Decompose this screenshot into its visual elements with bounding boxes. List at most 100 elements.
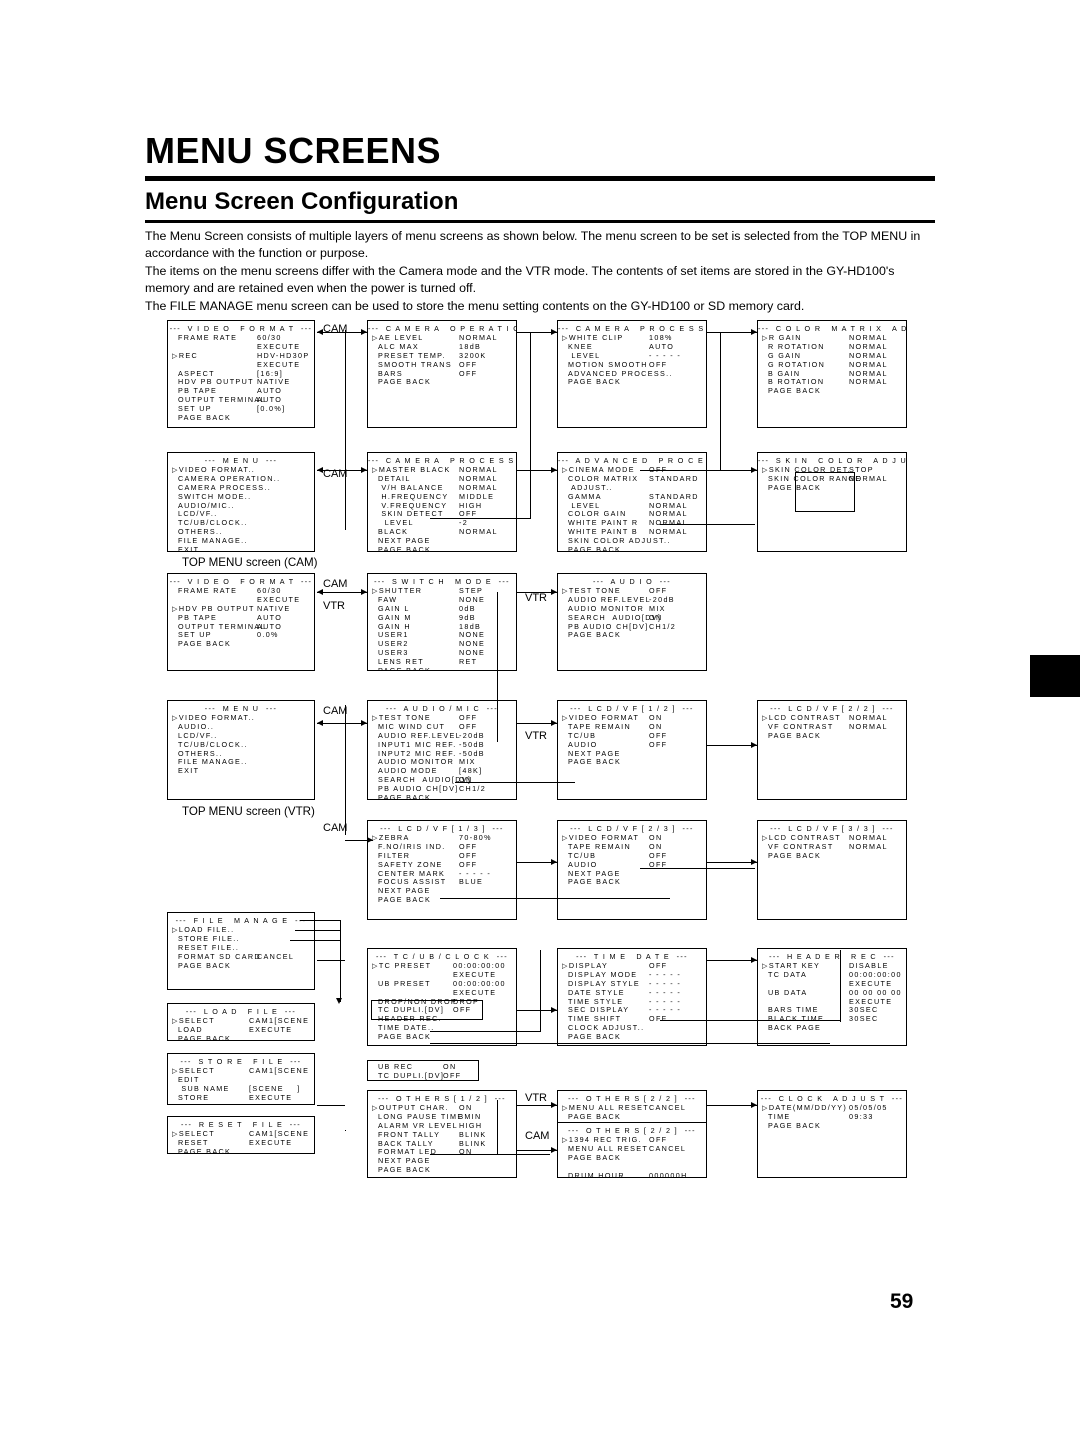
menu-item[interactable]: PAGE BACK xyxy=(371,378,516,387)
menu-screen-audio-vtr: --- A U D I O --- ▷TEST TONE OFF AUDIO REF.… xyxy=(557,573,707,671)
connector-arrow xyxy=(317,719,323,726)
menu-item-label: DRUM HOUR xyxy=(568,1170,625,1178)
menu-screen-audio-mic: --- A U D I O / M I C --- ▷TEST TONE OFF MI… xyxy=(367,700,517,800)
menu-item-value: OFF xyxy=(649,739,668,749)
manual-page: MENU SCREENS Menu Screen Configuration T… xyxy=(0,0,1080,1454)
menu-item-label: TC DATA xyxy=(768,969,808,979)
connector-arrow xyxy=(317,588,323,595)
edge-tab-marker xyxy=(1030,655,1080,697)
menu-screen-title: --- A U D I O / M I C --- xyxy=(386,704,498,713)
menu-item-label: TC DUPLI.[DV] xyxy=(378,1070,445,1080)
menu-item[interactable]: PAGE BACK xyxy=(561,1153,706,1163)
intro-text: The Menu Screen consists of multiple lay… xyxy=(145,228,940,315)
menu-screen-others-2-2-cam: --- O T H E R S [ 2 / 2 ] --- ▷1394 REC T… xyxy=(557,1122,707,1178)
menu-screen-title: --- O T H E R S [ 1 / 2 ] --- xyxy=(378,1094,506,1103)
connector-lcdvf-next xyxy=(455,782,575,784)
menu-item[interactable]: PAGE BACK xyxy=(171,961,314,971)
menu-item-list: ▷TEST TONE OFF MIC WIND CUT OFF AUDIO REF.LE… xyxy=(368,713,516,799)
connector-spine-cam-2 xyxy=(345,705,347,835)
menu-item[interactable]: PAGE BACK xyxy=(371,666,516,670)
menu-screen-title: --- C L O C K A D J U S T --- xyxy=(760,1094,904,1103)
menu-item-label: PAGE BACK xyxy=(568,545,622,552)
menu-item[interactable]: PAGE BACK xyxy=(561,1032,706,1042)
menu-item[interactable]: PAGE BACK xyxy=(561,758,706,767)
menu-item[interactable]: PAGE BACK xyxy=(371,793,516,799)
menu-item-label: PAGE BACK xyxy=(178,639,232,649)
menu-item-value: 0.0% xyxy=(257,630,279,640)
menu-item-label: FRAME RATE xyxy=(178,586,238,595)
menu-screen-title: --- C A M E R A P R O C E S S [ 1 / 2 ] … xyxy=(368,456,515,465)
drop-nondrop-group-box xyxy=(371,1000,483,1020)
menu-item[interactable]: PAGE BACK xyxy=(171,639,314,649)
menu-item[interactable]: EXIT xyxy=(171,545,314,551)
menu-item[interactable]: PAGE BACK xyxy=(561,631,706,640)
menu-screen-others-1-2: --- O T H E R S [ 1 / 2 ] --- ▷OUTPUT CHA… xyxy=(367,1090,517,1178)
menu-screen-title: --- L C D / V F [ 1 / 2 ] --- xyxy=(570,704,694,713)
menu-item[interactable]: PAGE BACK xyxy=(761,731,906,741)
menu-item[interactable]: PAGE BACK xyxy=(371,545,516,551)
menu-item[interactable]: PAGE BACK xyxy=(761,386,906,396)
mode-tag-vtr-7: VTR xyxy=(524,592,548,604)
menu-item-value: 000000H xyxy=(649,1170,688,1178)
menu-item-list: ▷SELECTCAM1[SCENE ]LOADEXECUTEPAGE BACK xyxy=(168,1016,314,1040)
menu-screen-menu-vtr: --- M E N U --- ▷VIDEO FORMAT.. AUDIO.. LCD… xyxy=(167,700,315,800)
menu-item[interactable]: PAGE BACK xyxy=(371,1032,516,1042)
menu-screen-clock-adjust: --- C L O C K A D J U S T --- ▷DATE(MM/DD… xyxy=(757,1090,907,1178)
menu-item[interactable]: PAGE BACK xyxy=(561,878,706,887)
menu-item[interactable]: PAGE BACK xyxy=(561,545,706,552)
connector-next-page xyxy=(430,518,530,520)
menu-item-value: OFF xyxy=(443,1070,462,1080)
menu-item[interactable]: PAGE BACK xyxy=(761,1121,906,1131)
menu-item[interactable]: PAGE BACK xyxy=(561,1112,706,1122)
menu-screen-title: --- O T H E R S [ 2 / 2 ] --- xyxy=(568,1126,696,1135)
menu-screen-title: --- M E N U --- xyxy=(204,704,278,713)
connector-vtr-spine xyxy=(497,592,499,742)
menu-screen-time-date: --- T I M E D A T E --- ▷DISPLAY OFF DISPLA… xyxy=(557,948,707,1046)
menu-screen-lcd-vf-2-3: --- L C D / V F [ 2 / 3 ] --- ▷VIDEO FORM… xyxy=(557,820,707,920)
menu-screen-title: --- V I D E O F O R M A T --- xyxy=(169,324,313,333)
skin-color-preview-box xyxy=(795,472,855,512)
connector-arrow xyxy=(361,466,367,473)
menu-item[interactable]: PAGE BACK xyxy=(761,851,906,861)
menu-item[interactable]: PAGE BACK xyxy=(171,413,314,423)
menu-item-list: ▷WHITE CLIP 108% KNEE AUTO LEVEL - - - - - MO… xyxy=(558,333,706,387)
menu-screen-header-rec: --- H E A D E R R E C --- ▷START KEY DISAB… xyxy=(757,948,907,1046)
menu-screen-camera-operation: --- C A M E R A O P E R A T I O N ---▷AE… xyxy=(367,320,517,428)
connector-arrow xyxy=(551,588,557,595)
menu-item[interactable]: PAGE BACK xyxy=(561,378,706,387)
caption-top-menu-vtr: TOP MENU screen (VTR) xyxy=(182,805,315,818)
connector-headerrec xyxy=(430,1031,540,1033)
menu-item[interactable]: PAGE BACK xyxy=(171,1102,314,1104)
menu-screen-lcd-vf-2-2: --- L C D / V F [ 2 / 2 ] --- ▷LCD CONTRA… xyxy=(757,700,907,800)
menu-item[interactable]: PAGE BACK xyxy=(171,1146,314,1154)
connector-line xyxy=(707,745,757,747)
menu-item-value: OFF xyxy=(459,368,478,378)
connector-clock xyxy=(660,1020,840,1022)
menu-item[interactable]: PAGE BACK xyxy=(171,1034,314,1040)
caption-top-menu-cam: TOP MENU screen (CAM) xyxy=(182,556,318,569)
menu-item-value: EXECUTE xyxy=(249,1137,293,1147)
menu-item-label: EXIT xyxy=(178,766,200,776)
menu-screen-store-file: --- S T O R E F I L E --- ▷SELECT CAM1[SCE… xyxy=(167,1053,315,1105)
connector-file-reset xyxy=(290,940,340,942)
menu-item-label: PAGE BACK xyxy=(568,877,622,887)
menu-item-label: PAGE BACK xyxy=(178,1146,232,1154)
connector-line xyxy=(707,1105,757,1107)
menu-item-value: ON xyxy=(459,1147,473,1157)
connector-arrow xyxy=(751,741,757,748)
connector-line xyxy=(317,1105,345,1107)
menu-item[interactable]: EXIT xyxy=(171,766,314,776)
connector-arrow xyxy=(751,956,757,963)
menu-screen-title: --- L C D / V F [ 2 / 3 ] --- xyxy=(570,824,694,833)
menu-item-value: 09:33 xyxy=(849,1111,874,1121)
menu-item-list: ▷VIDEO FORMAT ON TAPE REMAIN ON TC/UB OFF AUDI… xyxy=(558,713,706,767)
paragraph-1: The Menu Screen consists of multiple lay… xyxy=(145,229,921,261)
connector-file-load-v xyxy=(340,920,342,1002)
menu-item[interactable]: TC DUPLI.[DV] OFF xyxy=(371,1070,478,1080)
menu-item[interactable]: PAGE BACK xyxy=(371,1165,516,1175)
menu-item-label: PAGE BACK xyxy=(568,1032,622,1042)
connector-arrow xyxy=(317,328,323,335)
menu-item[interactable]: BACK PAGE xyxy=(761,1023,906,1033)
menu-item-list: ▷SHUTTER STEP FAW NONE GAIN L 0dB GAIN M 9dB GAI… xyxy=(368,586,516,670)
menu-item[interactable]: DRUM HOUR 000000H xyxy=(561,1170,706,1178)
